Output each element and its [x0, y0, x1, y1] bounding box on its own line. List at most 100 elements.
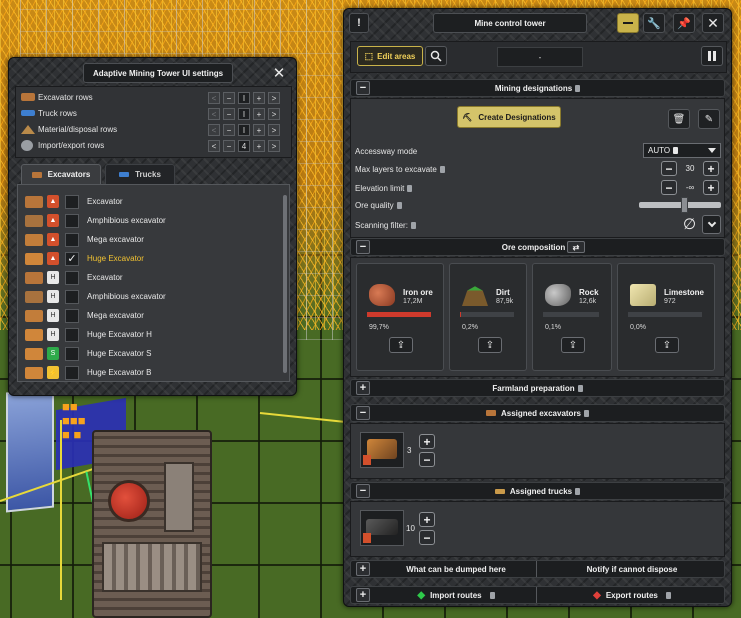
remove-excavator-button[interactable]: −	[419, 452, 435, 467]
checkbox[interactable]	[65, 308, 79, 323]
list-item[interactable]: ▲ Excavator	[19, 192, 275, 211]
excavator-slot[interactable]	[360, 432, 404, 468]
tab-trucks[interactable]: Trucks	[105, 164, 175, 184]
info-icon[interactable]	[665, 591, 671, 599]
info-icon[interactable]	[575, 487, 581, 495]
list-item[interactable]: ▲ Amphibious excavator	[19, 211, 275, 230]
increase-arrow-button[interactable]: >	[268, 124, 280, 136]
assigned-excavators-header[interactable]: − Assigned excavators	[350, 404, 725, 422]
checkbox[interactable]	[65, 289, 79, 304]
decrease-arrow-button[interactable]: <	[208, 124, 220, 136]
tab-excavators[interactable]: Excavators	[21, 164, 101, 184]
ore-card-rock[interactable]: Rock 12,6k 0,1% ⇪	[532, 263, 612, 371]
expand-button[interactable]: +	[356, 562, 370, 576]
list-item[interactable]: H Excavator	[19, 268, 275, 287]
ore-route-button[interactable]: ⇪	[561, 337, 585, 353]
elevation-plus-button[interactable]: +	[703, 180, 719, 195]
info-icon[interactable]	[584, 409, 590, 417]
scrollbar[interactable]	[283, 195, 287, 373]
plus-button[interactable]: +	[253, 108, 265, 120]
checkbox-checked[interactable]: ✓	[65, 251, 79, 266]
filter-dropdown-button[interactable]	[702, 215, 721, 234]
minus-button[interactable]: −	[223, 108, 235, 120]
plus-button[interactable]: +	[253, 124, 265, 136]
ore-card-limestone[interactable]: Limestone 972 0,0% ⇪	[617, 263, 715, 371]
plus-button[interactable]: +	[253, 92, 265, 104]
increase-arrow-button[interactable]: >	[268, 140, 280, 152]
list-item[interactable]: H Mega excavator	[19, 306, 275, 325]
checkbox[interactable]	[65, 365, 79, 380]
delete-button[interactable]: 🗑	[668, 109, 690, 129]
collapse-button[interactable]: −	[356, 406, 370, 420]
minus-button[interactable]: −	[223, 92, 235, 104]
settings-button[interactable]: 🔧	[643, 13, 665, 33]
clear-button[interactable]: ✎	[698, 109, 720, 129]
create-designations-button[interactable]: ⛏ Create Designations	[457, 106, 561, 128]
checkbox[interactable]	[65, 194, 79, 209]
checkbox[interactable]	[65, 213, 79, 228]
edit-areas-button[interactable]: ⬚ Edit areas	[357, 46, 423, 66]
search-button[interactable]	[425, 46, 447, 66]
expand-button[interactable]: +	[356, 588, 370, 602]
import-routes-toggle[interactable]: ◆ Import routes	[371, 590, 541, 601]
collapse-button[interactable]: −	[356, 484, 370, 498]
list-item[interactable]: ⚡ Huge Excavator B	[19, 363, 275, 382]
collapse-button[interactable]: −	[356, 240, 370, 254]
list-item[interactable]: H Huge Excavator H	[19, 325, 275, 344]
ore-card-dirt[interactable]: Dirt 87,9k 0,2% ⇪	[449, 263, 527, 371]
expand-button[interactable]: +	[356, 381, 370, 395]
truck-slot[interactable]	[360, 510, 404, 546]
pin-button[interactable]: 📌	[673, 13, 695, 33]
add-excavator-button[interactable]: +	[419, 434, 435, 449]
export-routes-toggle[interactable]: ◆ Export routes	[537, 590, 727, 601]
accessway-dropdown[interactable]: AUTO	[643, 143, 721, 158]
info-icon[interactable]	[575, 84, 581, 92]
list-item[interactable]: S Huge Excavator S	[19, 344, 275, 363]
dump-section-toggle[interactable]: What can be dumped here	[371, 565, 541, 574]
info-icon[interactable]	[396, 202, 402, 210]
minus-button[interactable]: −	[223, 124, 235, 136]
minus-button[interactable]: −	[223, 140, 235, 152]
farmland-preparation-header[interactable]: + Farmland preparation	[350, 379, 725, 397]
ore-route-button[interactable]: ⇪	[478, 337, 502, 353]
vehicle-markers[interactable]: ■■ ■■■ ■ ■	[62, 400, 86, 442]
factory-building[interactable]	[92, 430, 212, 618]
checkbox[interactable]	[65, 270, 79, 285]
info-icon[interactable]	[489, 591, 495, 599]
add-truck-button[interactable]: +	[419, 512, 435, 527]
list-item[interactable]: H Amphibious excavator	[19, 287, 275, 306]
plus-button[interactable]: +	[253, 140, 265, 152]
minimize-button[interactable]	[617, 13, 639, 33]
decrease-arrow-button[interactable]: <	[208, 140, 220, 152]
ore-route-button[interactable]: ⇪	[389, 337, 413, 353]
info-icon[interactable]	[407, 185, 413, 193]
ore-card-iron[interactable]: Iron ore 17,2M 99,7% ⇪	[356, 263, 444, 371]
ore-composition-header[interactable]: − Ore composition ⇄	[350, 238, 725, 256]
collapse-button[interactable]: −	[356, 81, 370, 95]
checkbox[interactable]	[65, 232, 79, 247]
list-item[interactable]: ▲ ✓ Huge Excavator	[19, 249, 275, 268]
info-button[interactable]: !	[349, 13, 369, 33]
close-button[interactable]: ✕	[702, 13, 724, 33]
elevation-minus-button[interactable]: −	[661, 180, 677, 195]
checkbox[interactable]	[65, 327, 79, 342]
increase-arrow-button[interactable]: >	[268, 108, 280, 120]
remove-truck-button[interactable]: −	[419, 530, 435, 545]
max-layers-minus-button[interactable]: −	[661, 161, 677, 176]
empty-filter-icon[interactable]: ∅	[683, 215, 696, 233]
decrease-arrow-button[interactable]: <	[208, 108, 220, 120]
refresh-button[interactable]: ⇄	[567, 241, 585, 253]
increase-arrow-button[interactable]: >	[268, 92, 280, 104]
pause-button[interactable]	[701, 46, 723, 66]
assigned-trucks-header[interactable]: − Assigned trucks	[350, 482, 725, 500]
slider-thumb[interactable]	[681, 197, 689, 213]
mining-designations-header[interactable]: − Mining designations	[350, 79, 725, 97]
close-button[interactable]: ✕	[268, 63, 290, 83]
ore-quality-slider[interactable]	[639, 197, 721, 213]
info-icon[interactable]	[410, 222, 416, 230]
notify-toggle[interactable]: Notify if cannot dispose	[537, 565, 727, 574]
info-icon[interactable]	[439, 166, 445, 174]
list-item[interactable]: ▲ Mega excavator	[19, 230, 275, 249]
decrease-arrow-button[interactable]: <	[208, 92, 220, 104]
info-icon[interactable]	[577, 384, 583, 392]
